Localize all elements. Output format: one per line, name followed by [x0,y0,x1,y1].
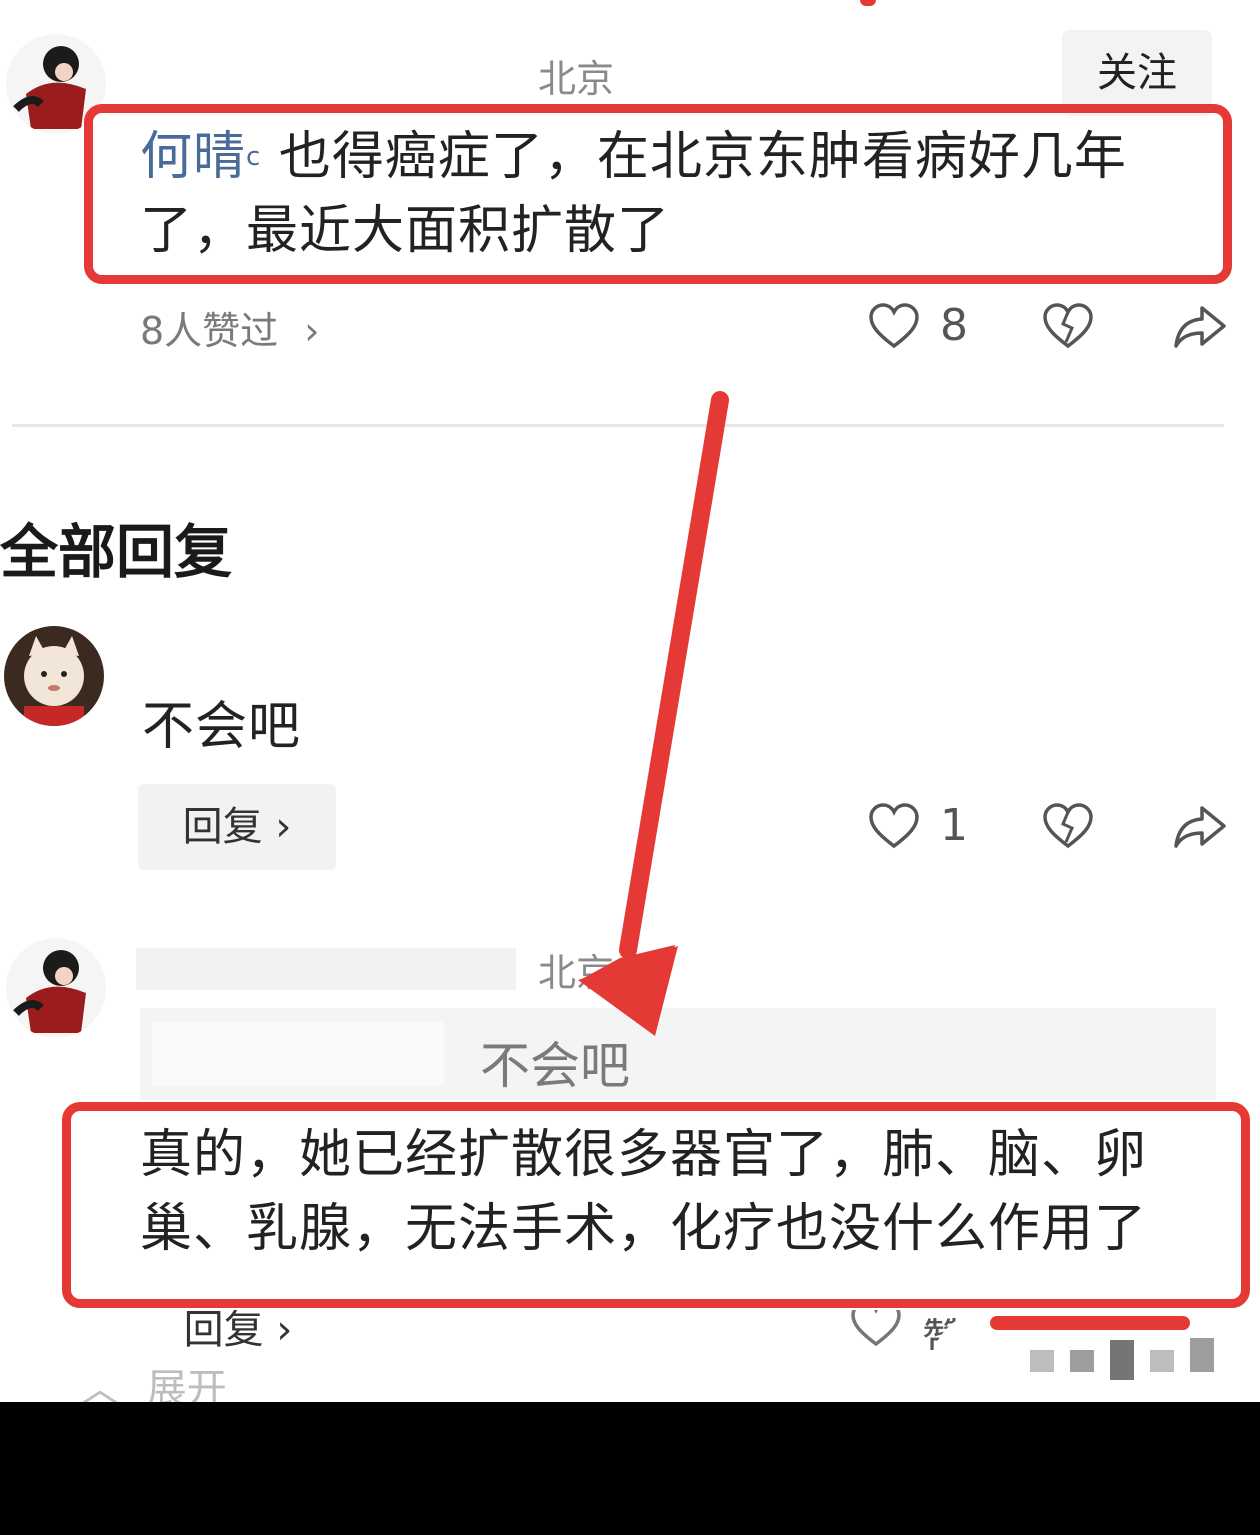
chevron-right-icon: › [275,804,292,850]
reply1-like-count: 1 [940,800,968,851]
highlight-box-comment [84,104,1232,284]
reply1-text: 不会吧 [142,697,302,757]
reply2-avatar[interactable] [6,938,106,1038]
highlight-box-reply [62,1102,1250,1308]
share-icon[interactable] [1172,302,1228,350]
comment-location: 北京 [538,57,615,101]
arrow-top-tail [860,0,876,6]
share-icon[interactable] [1172,802,1228,850]
reply1-avatar[interactable] [4,626,104,726]
broken-heart-icon[interactable] [1042,802,1094,850]
reply1-reply-button[interactable]: 回复 › [138,784,336,870]
quoted-username-redaction [152,1022,444,1086]
username-redaction [136,948,516,990]
reply-label: 回复 [183,1310,264,1353]
heart-icon[interactable] [868,802,920,850]
broken-heart-icon[interactable] [1042,302,1094,350]
heart-icon[interactable] [850,1310,902,1346]
pixelated-watermark [930,1310,1260,1406]
likes-summary-text: 8人赞过 [140,309,279,353]
red-arrow-annotation [578,391,729,1036]
chevron-right-icon: › [276,1310,293,1353]
bottom-black-bar [0,1402,1260,1535]
reply2-reply-button[interactable]: 回复 › [140,1310,336,1354]
reply-label: 回复 [182,804,263,850]
heart-icon[interactable] [868,302,920,350]
likes-summary[interactable]: 8人赞过 › [140,300,319,355]
replies-section-title: 全部回复 [0,518,233,586]
like-count: 8 [940,300,968,351]
chevron-right-icon: › [304,309,320,353]
